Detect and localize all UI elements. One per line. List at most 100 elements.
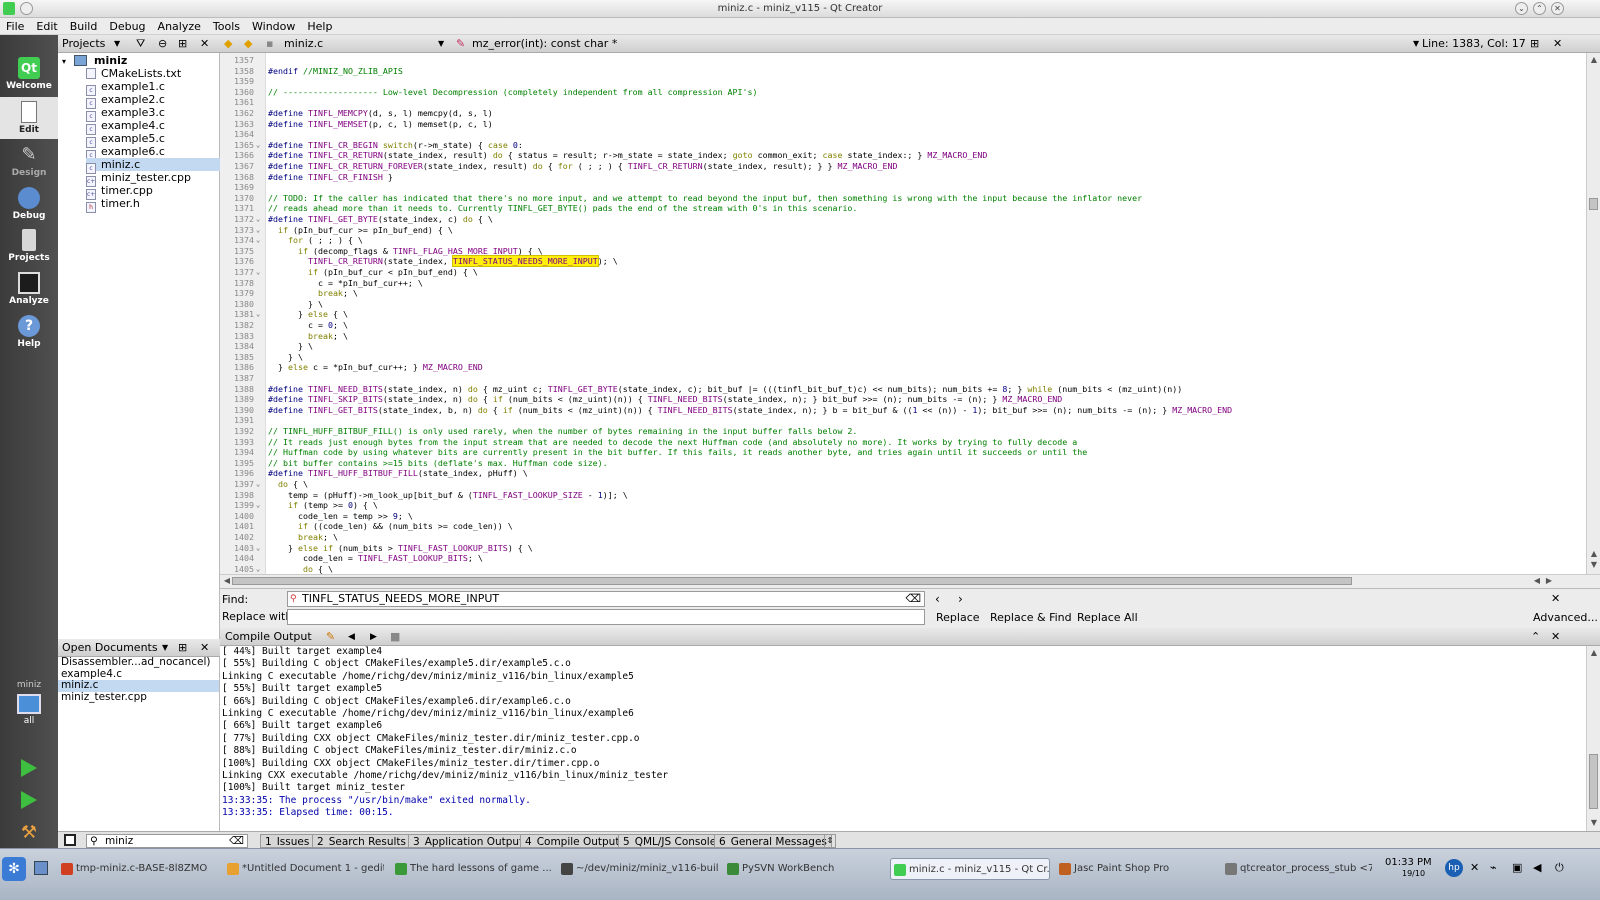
menu-analyze[interactable]: Analyze (152, 18, 207, 35)
target-selector[interactable]: miniz all (0, 680, 58, 740)
output-tab-application-output[interactable]: 3 Application Output (408, 834, 529, 848)
taskbar-item[interactable]: qtcreator_process_stub <7> (1222, 858, 1372, 880)
scroll-thumb[interactable] (232, 577, 1352, 585)
output-tab-search-results[interactable]: 2 Search Results (312, 834, 412, 848)
function-select[interactable]: mz_error(int): const char * (472, 35, 617, 53)
taskbar-item[interactable]: PySVN WorkBench (724, 858, 884, 880)
close-find-icon[interactable]: ✕ (1551, 592, 1560, 605)
menu-edit[interactable]: Edit (30, 18, 63, 35)
printer-icon[interactable]: ▣ (1512, 861, 1522, 874)
output-tab-issues[interactable]: 1 Issues (260, 834, 315, 848)
window-menu-button[interactable] (20, 2, 33, 15)
project-file-item[interactable]: c example6.c (86, 145, 220, 161)
fold-marker-icon[interactable]: ⌄ (256, 309, 264, 320)
close-editor-icon[interactable]: ✕ (1553, 35, 1562, 53)
split-icon[interactable]: ⊞ (178, 35, 187, 53)
compile-output[interactable]: [ 44%] Built target example4[ 55%] Build… (220, 646, 1586, 831)
project-file-item[interactable]: c example1.c (86, 80, 220, 96)
taskbar-item[interactable]: miniz.c - miniz_v115 - Qt Cr... (890, 858, 1050, 880)
scroll-up-icon[interactable]: ▲ (1590, 550, 1598, 558)
network-icon[interactable]: ✕ (1470, 861, 1479, 874)
taskbar-item[interactable]: tmp-miniz.c-BASE-8l8ZMO.c (58, 858, 208, 880)
output-tab-compile-output[interactable]: 4 Compile Output (520, 834, 625, 848)
open-documents-select[interactable]: Open Documents (62, 641, 158, 654)
fold-marker-icon[interactable]: ⌄ (256, 543, 264, 554)
maximize-pane-icon[interactable]: ⌃ (1531, 628, 1540, 646)
power-icon[interactable]: ⏻ (1555, 861, 1564, 875)
project-root[interactable]: ▾ miniz (62, 54, 127, 67)
stop-icon[interactable]: ■ (390, 628, 400, 646)
project-file-item[interactable]: c miniz.c (86, 158, 220, 174)
taskbar-item[interactable]: Jasc Paint Shop Pro (1056, 858, 1216, 880)
mode-debug[interactable]: Debug (0, 183, 58, 225)
link-icon[interactable]: ⊖ (158, 35, 167, 53)
scroll-down-icon[interactable]: ▼ (1590, 561, 1598, 569)
open-document-item[interactable]: miniz_tester.cpp (58, 691, 219, 704)
close-pane-icon[interactable]: ✕ (200, 35, 209, 53)
replace-find-button[interactable]: Replace & Find (990, 611, 1072, 624)
scroll-up-icon[interactable]: ▲ (1590, 56, 1598, 64)
taskbar-item[interactable]: ~/dev/miniz/miniz_v116-buil... (558, 858, 718, 880)
projects-view-select[interactable]: Projects (62, 37, 105, 50)
scroll-down-icon[interactable]: ▼ (1590, 819, 1598, 827)
taskbar-item[interactable]: *Untitled Document 1 - gedit (224, 858, 384, 880)
mode-projects[interactable]: Projects (0, 225, 58, 267)
volume-icon[interactable]: ◀ (1533, 861, 1541, 874)
mode-design[interactable]: ✎ Design (0, 140, 58, 182)
maximize-button[interactable]: ⌃ (1533, 2, 1546, 15)
split-icon[interactable]: ⊞ (1530, 35, 1539, 53)
split-icon[interactable]: ⊞ (178, 639, 187, 657)
bluetooth-icon[interactable]: ⌁ (1490, 861, 1497, 874)
minimize-button[interactable]: ⌄ (1515, 2, 1528, 15)
replace-input[interactable] (287, 609, 925, 625)
menu-tools[interactable]: Tools (207, 18, 246, 35)
replace-all-button[interactable]: Replace All (1077, 611, 1138, 624)
project-file-item[interactable]: c+ miniz_tester.cpp (86, 171, 220, 187)
scroll-thumb[interactable] (1589, 198, 1598, 210)
scroll-thumb[interactable] (1589, 754, 1598, 809)
open-document-item[interactable]: Disassembler...ad_nocancel) (58, 656, 219, 669)
fold-marker-icon[interactable]: ⌄ (256, 235, 264, 246)
close-pane-icon[interactable]: ✕ (200, 639, 209, 657)
mode-welcome[interactable]: Qt Welcome (0, 53, 58, 95)
scroll-up-icon[interactable]: ▲ (1590, 649, 1598, 657)
find-options-icon[interactable]: ⚲ (290, 592, 297, 606)
scroll-left-icon[interactable]: ◀ (223, 577, 231, 585)
mode-help[interactable]: ? Help (0, 311, 58, 353)
output-tab-general-messages[interactable]: 6 General Messages (714, 834, 832, 848)
fold-marker-icon[interactable]: ⌄ (256, 214, 264, 225)
project-file-item[interactable]: c example5.c (86, 132, 220, 148)
advanced-button[interactable]: Advanced... (1533, 611, 1598, 624)
fold-marker-icon[interactable]: ⌄ (256, 564, 264, 575)
fold-marker-icon[interactable]: ⌄ (256, 140, 264, 151)
scroll-right-icon[interactable]: ▶ (1545, 577, 1553, 585)
next-item-icon[interactable]: ▶ (370, 628, 377, 646)
menu-build[interactable]: Build (64, 18, 104, 35)
project-file-item[interactable]: c example4.c (86, 119, 220, 135)
taskbar-item[interactable]: The hard lessons of game ... (392, 858, 552, 880)
replace-button[interactable]: Replace (936, 611, 980, 624)
fold-marker-icon[interactable]: ⌄ (256, 267, 264, 278)
editor-vertical-scrollbar[interactable]: ▲ ▲ ▼ (1586, 53, 1600, 574)
fold-marker-icon[interactable]: ⌄ (256, 500, 264, 511)
start-menu-icon[interactable]: ✻ (2, 857, 26, 881)
code-editor[interactable]: #endif //MINIZ_NO_ZLIB_APIS // ----------… (266, 53, 1586, 574)
project-file-item[interactable]: c example2.c (86, 93, 220, 109)
previous-item-icon[interactable]: ◀ (348, 628, 355, 646)
menu-window[interactable]: Window (246, 18, 301, 35)
project-file-item[interactable]: c example3.c (86, 106, 220, 122)
show-desktop-icon[interactable] (34, 861, 48, 875)
clear-icon[interactable]: ⌫ (229, 835, 244, 847)
find-input[interactable]: ⚲ TINFL_STATUS_NEEDS_MORE_INPUT ⌫ (287, 591, 925, 607)
project-file-item[interactable]: c+ timer.cpp (86, 184, 220, 200)
fold-marker-icon[interactable]: ⌄ (256, 479, 264, 490)
mode-edit[interactable]: Edit (0, 97, 58, 139)
more-tabs-icon[interactable]: ⇕ (824, 834, 836, 848)
editor-horizontal-scrollbar[interactable]: ◀ ◀ ▶ (220, 574, 1600, 587)
locator-input[interactable]: ⚲ miniz ⌫ (86, 834, 248, 848)
output-scrollbar[interactable]: ▲ ▼ (1586, 646, 1600, 831)
menu-file[interactable]: File (0, 18, 30, 35)
scroll-left-icon[interactable]: ◀ (1533, 577, 1541, 585)
project-file-item[interactable]: h timer.h (86, 197, 220, 213)
fold-marker-icon[interactable]: ⌄ (256, 225, 264, 236)
